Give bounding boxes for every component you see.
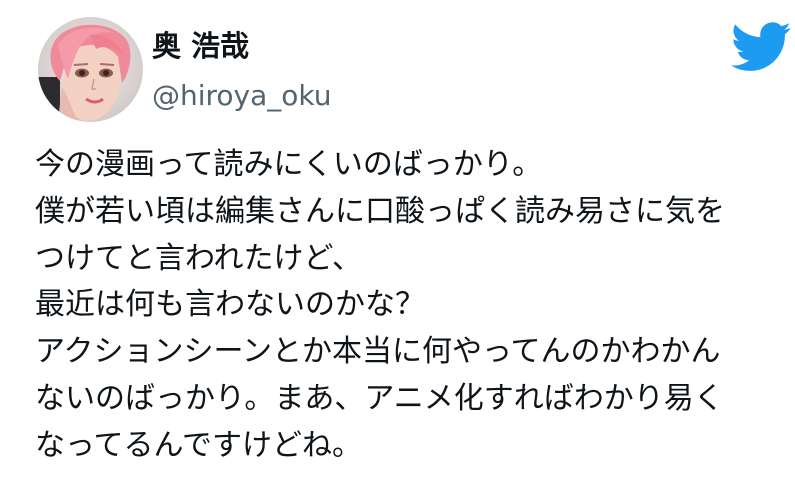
tweet-line: なってるんですけどね。 <box>35 427 362 463</box>
tweet-line: アクションシーンとか本当に何やってんのかわかん <box>35 334 721 370</box>
author-handle[interactable]: @hiroya_oku <box>152 78 332 114</box>
twitter-bird-icon[interactable] <box>731 22 791 72</box>
tweet-card: 奥 浩哉 @hiroya_oku 今の漫画って読みにくいのばっかり。 僕が若い頃… <box>0 0 795 496</box>
avatar[interactable] <box>38 17 143 122</box>
tweet-line: ないのばっかり。まあ、アニメ化すればわかり易く <box>35 380 724 416</box>
tweet-line: 今の漫画って読みにくいのばっかり。 <box>35 147 543 182</box>
avatar-image <box>38 17 143 122</box>
tweet-text: 今の漫画って読みにくいのばっかり。 僕が若い頃は編集さんに口酸っぱく読み易さに気… <box>35 142 785 470</box>
author-display-name[interactable]: 奥 浩哉 <box>152 28 249 64</box>
twitter-bird-svg <box>731 22 791 71</box>
tweet-line: 僕が若い頃は編集さんに口酸っぱく読み易さに気を <box>35 193 725 229</box>
tweet-line: つけてと言われたけど、 <box>35 240 362 276</box>
tweet-line: 最近は何も言わないのかな？ <box>35 287 425 323</box>
